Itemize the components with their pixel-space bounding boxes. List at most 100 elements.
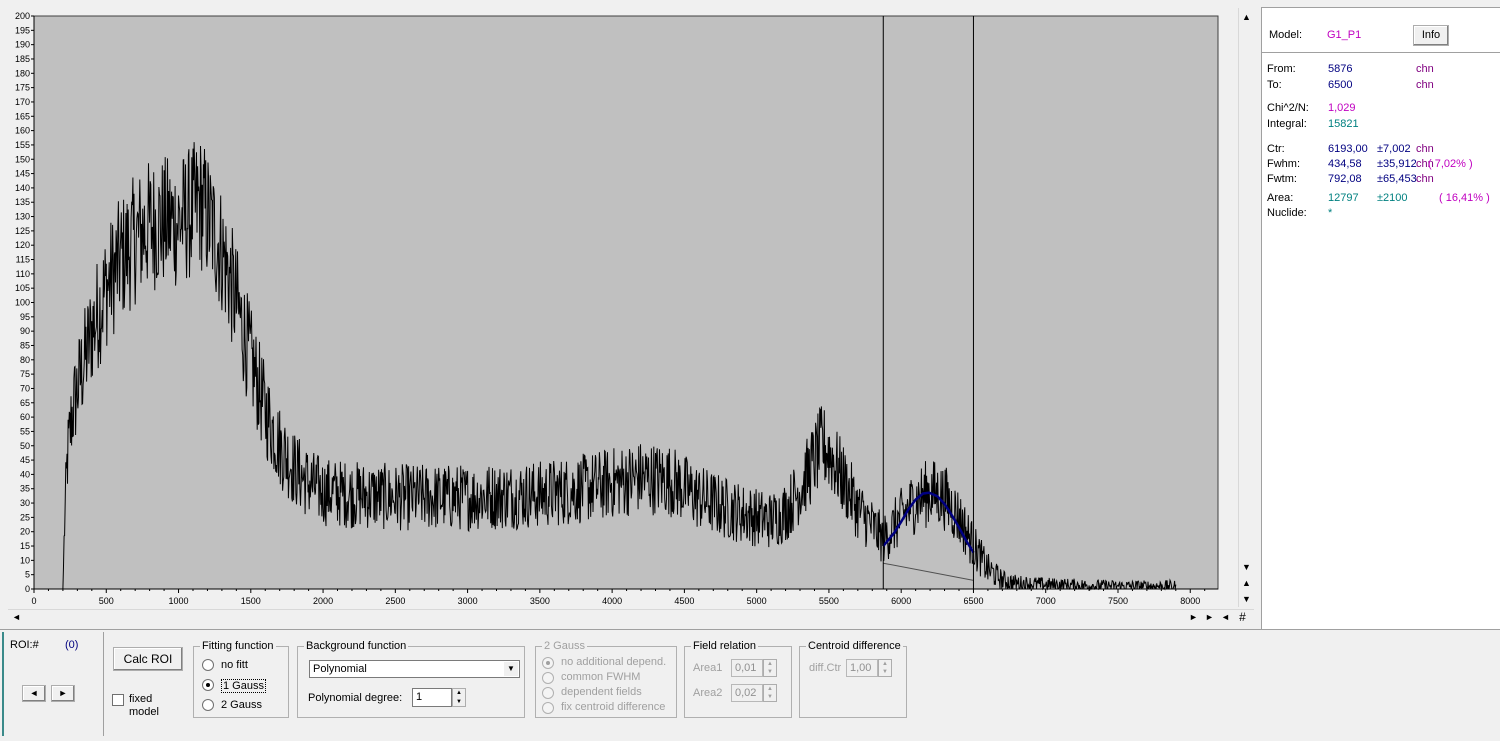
y-tick-label: 15 — [20, 541, 30, 551]
roi-navigator: ROI:# (0) ◄ ► — [2, 632, 104, 736]
y-tick-label: 50 — [20, 441, 30, 451]
fwtm-value: 792,08 — [1328, 173, 1362, 185]
spin-up-icon[interactable]: ▲ — [764, 660, 776, 668]
zoom-right-arrow-icon[interactable]: ► — [1202, 610, 1217, 625]
x-tick-label: 5500 — [819, 596, 839, 606]
background-function-select[interactable]: Polynomial ▼ — [309, 660, 520, 678]
y-tick-label: 100 — [15, 298, 30, 308]
spin-up-icon[interactable]: ▲ — [453, 689, 465, 698]
model-value: G1_P1 — [1327, 29, 1362, 41]
vertical-scrollbar[interactable]: ▲ ▼ ▲ ▼ — [1238, 8, 1255, 607]
calc-roi-button[interactable]: Calc ROI — [113, 647, 183, 671]
no-additional-depend-label: no additional depend. — [561, 656, 667, 668]
area2-spinner[interactable]: ▲ ▼ — [763, 684, 777, 702]
fit-controls-bar: ROI:# (0) ◄ ► Calc ROI fixed model Fitti… — [0, 629, 1500, 741]
y-tick-label: 35 — [20, 484, 30, 494]
y-tick-label: 70 — [20, 383, 30, 393]
to-unit: chn — [1416, 79, 1434, 91]
centroid-difference-group: Centroid difference diff.Ctr 1,00 ▲ ▼ — [799, 640, 907, 718]
y-tick-label: 40 — [20, 469, 30, 479]
area1-input[interactable]: 0,01 — [731, 659, 763, 677]
grid-toggle-icon[interactable]: # — [1235, 610, 1250, 625]
spin-up-icon[interactable]: ▲ — [764, 685, 776, 693]
area2-value: 0,02 — [735, 687, 757, 699]
diff-ctr-spinner[interactable]: ▲ ▼ — [878, 659, 892, 677]
y-tick-label: 105 — [15, 283, 30, 293]
fwtm-label: Fwtm: — [1267, 173, 1297, 185]
y-tick-label: 115 — [16, 255, 30, 265]
zoom-up-arrow-icon[interactable]: ▲ — [1239, 576, 1254, 591]
area1-label: Area1 — [693, 662, 723, 674]
y-tick-label: 10 — [20, 555, 30, 565]
one-gauss-label: 1 Gauss — [221, 679, 266, 693]
y-tick-label: 65 — [20, 398, 30, 408]
common-fwhm-radio[interactable] — [542, 672, 554, 684]
spin-down-icon[interactable]: ▼ — [764, 668, 776, 676]
spin-up-icon[interactable]: ▲ — [879, 660, 891, 668]
scroll-up-arrow-icon[interactable]: ▲ — [1239, 10, 1254, 25]
fixed-model-checkbox[interactable] — [112, 694, 124, 706]
x-tick-label: 7000 — [1036, 596, 1056, 606]
x-tick-label: 3500 — [530, 596, 550, 606]
x-tick-label: 4000 — [602, 596, 622, 606]
background-function-value: Polynomial — [313, 663, 367, 675]
model-label: Model: — [1269, 29, 1303, 41]
fixed-model-label: fixed model — [129, 693, 159, 718]
scroll-right-arrow-icon[interactable]: ► — [1186, 610, 1201, 625]
spin-down-icon[interactable]: ▼ — [879, 668, 891, 676]
two-gauss-radio[interactable] — [202, 699, 214, 711]
y-tick-label: 195 — [15, 25, 30, 35]
diff-ctr-input[interactable]: 1,00 — [846, 659, 878, 677]
y-tick-label: 155 — [15, 140, 30, 150]
dependent-fields-radio[interactable] — [542, 687, 554, 699]
y-tick-label: 165 — [15, 111, 30, 121]
integral-value: 15821 — [1328, 118, 1359, 130]
chevron-down-icon[interactable]: ▼ — [504, 662, 518, 676]
no-fit-radio[interactable] — [202, 659, 214, 671]
poly-degree-spinner[interactable]: ▲ ▼ — [452, 688, 466, 707]
y-tick-label: 60 — [20, 412, 30, 422]
spin-down-icon[interactable]: ▼ — [453, 698, 465, 707]
no-additional-depend-radio[interactable] — [542, 657, 554, 669]
y-tick-label: 0 — [25, 584, 30, 594]
y-tick-label: 55 — [20, 426, 30, 436]
x-axis: 0 500 1000 1500 2000 2500 3000 3500 4000 4500 5000… — [31, 588, 1218, 606]
zoom-left-arrow-icon[interactable]: ◄ — [1218, 610, 1233, 625]
one-gauss-radio[interactable] — [202, 679, 214, 691]
poly-degree-input[interactable]: 1 — [412, 688, 452, 707]
area1-value: 0,01 — [735, 662, 757, 674]
x-tick-label: 7500 — [1108, 596, 1128, 606]
spin-down-icon[interactable]: ▼ — [764, 693, 776, 701]
y-tick-label: 20 — [20, 527, 30, 537]
y-tick-label: 135 — [15, 197, 30, 207]
x-tick-label: 3000 — [458, 596, 478, 606]
fix-centroid-radio[interactable] — [542, 702, 554, 714]
zoom-down-arrow-icon[interactable]: ▼ — [1239, 592, 1254, 607]
roi-value: (0) — [65, 639, 79, 651]
fwhm-percent: ( 7,02% ) — [1428, 158, 1473, 170]
y-tick-label: 45 — [20, 455, 30, 465]
from-value: 5876 — [1328, 63, 1353, 75]
integral-label: Integral: — [1267, 118, 1307, 130]
scroll-left-arrow-icon[interactable]: ◄ — [9, 610, 24, 625]
horizontal-scrollbar[interactable]: ◄ ► ► ◄ # — [8, 609, 1254, 626]
y-tick-label: 75 — [20, 369, 30, 379]
info-button[interactable]: Info — [1413, 25, 1449, 46]
nuclide-label: Nuclide: — [1267, 207, 1307, 219]
ctr-value: 6193,00 — [1328, 143, 1368, 155]
scroll-down-arrow-icon[interactable]: ▼ — [1239, 560, 1254, 575]
plot-area[interactable] — [33, 15, 1219, 590]
nuclide-value: * — [1328, 207, 1333, 219]
two-gauss-label: 2 Gauss — [221, 699, 262, 711]
next-roi-button[interactable]: ► — [51, 685, 75, 702]
area-percent: ( 16,41% ) — [1439, 192, 1490, 204]
x-tick-label: 4500 — [674, 596, 694, 606]
spectrum-chart[interactable]: 0 5 10 15 20 25 30 35 40 45 50 55 60 65 70 75 80 85 90 95 10… — [0, 0, 1240, 610]
prev-roi-button[interactable]: ◄ — [22, 685, 46, 702]
fix-centroid-label: fix centroid difference — [561, 701, 666, 713]
y-tick-label: 185 — [15, 54, 30, 64]
y-tick-label: 190 — [15, 40, 30, 50]
area1-spinner[interactable]: ▲ ▼ — [763, 659, 777, 677]
background-function-group: Background function Polynomial ▼ Polynom… — [297, 640, 525, 718]
area2-input[interactable]: 0,02 — [731, 684, 763, 702]
